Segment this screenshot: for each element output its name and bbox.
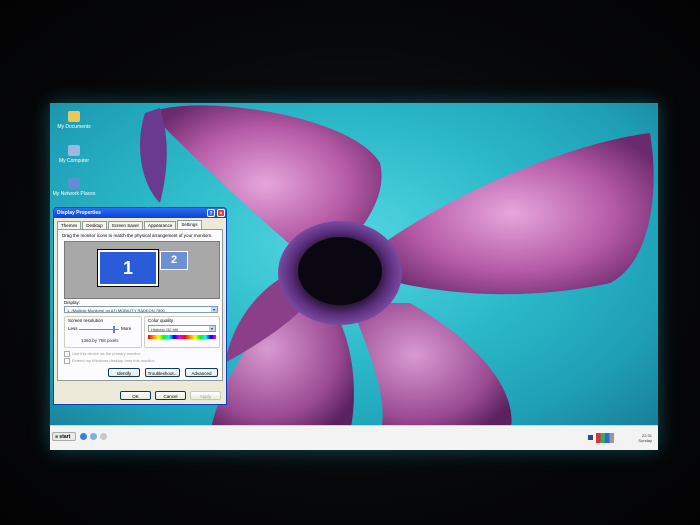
computer-icon	[68, 145, 80, 156]
tray-icons-group[interactable]	[596, 433, 614, 443]
desktop-screen: My Documents My Computer My Network Plac…	[50, 103, 658, 450]
resolution-label: Screen resolution	[68, 318, 104, 323]
desktop-icon-my-network-places[interactable]: My Network Places	[52, 178, 96, 197]
display-select-value: 1. (Multiple Monitors) on ATI MOBILITY R…	[67, 308, 165, 313]
chevron-down-icon: ▾	[209, 326, 215, 331]
apply-button[interactable]: Apply	[190, 391, 221, 400]
help-button[interactable]: ?	[207, 209, 215, 217]
dialog-title: Display Properties	[57, 210, 101, 216]
color-spectrum-bar	[148, 335, 216, 339]
color-quality-select[interactable]: Highest (32 bit) ▾	[148, 325, 216, 332]
tray-monitor-icon[interactable]	[588, 435, 593, 440]
monitor-1-icon[interactable]: 1	[97, 249, 159, 287]
desktop-icon-my-computer[interactable]: My Computer	[52, 145, 96, 164]
resolution-more-label: More	[121, 326, 132, 331]
desktop-icon-label: My Network Places	[52, 191, 96, 197]
checkbox-box	[64, 358, 70, 364]
monitor-arrangement-area: 1 2	[64, 241, 220, 299]
color-quality-value: Highest (32 bit)	[151, 327, 179, 332]
desktop-icon-my-documents[interactable]: My Documents	[52, 111, 96, 130]
internet-explorer-icon[interactable]	[80, 433, 87, 440]
extend-desktop-label: Extend my Windows desktop onto this moni…	[72, 358, 155, 364]
dialog-titlebar[interactable]: Display Properties ? ×	[54, 208, 226, 218]
display-select[interactable]: 1. (Multiple Monitors) on ATI MOBILITY R…	[64, 306, 218, 313]
resolution-slider-thumb[interactable]	[113, 326, 115, 333]
primary-monitor-label: Use this device as the primary monitor.	[72, 351, 141, 357]
checkbox-box	[64, 351, 70, 357]
troubleshoot-button[interactable]: Troubleshoot...	[145, 368, 180, 377]
color-quality-group: Color quality Highest (32 bit) ▾	[144, 316, 220, 348]
windows-logo-icon: ■	[55, 434, 59, 440]
instruction-text: Drag the monitor icons to match the phys…	[62, 233, 213, 238]
clock-day: Sunday	[638, 438, 652, 443]
tab-settings[interactable]: Settings	[177, 220, 202, 229]
taskbar-clock[interactable]: 22:31 Sunday	[638, 433, 652, 443]
advanced-button[interactable]: Advanced	[185, 368, 218, 377]
network-icon	[68, 178, 80, 189]
system-tray: 22:31 Sunday	[588, 430, 654, 446]
identify-button[interactable]: Identify	[108, 368, 140, 377]
color-quality-label: Color quality	[148, 318, 174, 323]
resolution-value: 1360 by 768 pixels	[81, 338, 119, 343]
media-player-icon[interactable]	[100, 433, 107, 440]
resolution-group: Screen resolution Less More 1360 by 768 …	[64, 316, 142, 348]
ok-button[interactable]: OK	[120, 391, 151, 400]
settings-panel: Drag the monitor icons to match the phys…	[57, 229, 223, 381]
primary-monitor-checkbox[interactable]: Use this device as the primary monitor.	[64, 351, 141, 357]
resolution-less-label: Less	[68, 326, 78, 331]
close-button[interactable]: ×	[217, 209, 225, 217]
cancel-button[interactable]: Cancel	[155, 391, 186, 400]
folder-icon	[68, 111, 80, 122]
taskbar: ■ start 22:31 Sunday	[50, 425, 658, 450]
start-button[interactable]: ■ start	[52, 432, 76, 441]
extend-desktop-checkbox[interactable]: Extend my Windows desktop onto this moni…	[64, 358, 155, 364]
desktop-icon-label: My Documents	[57, 124, 91, 130]
start-label: start	[59, 434, 71, 440]
monitor-2-icon[interactable]: 2	[160, 251, 188, 270]
display-properties-dialog: Display Properties ? × Themes Desktop Sc…	[53, 207, 227, 405]
show-desktop-icon[interactable]	[90, 433, 97, 440]
chevron-down-icon: ▾	[211, 307, 217, 312]
display-label: Display:	[64, 300, 81, 305]
desktop-icon-label: My Computer	[58, 158, 89, 164]
